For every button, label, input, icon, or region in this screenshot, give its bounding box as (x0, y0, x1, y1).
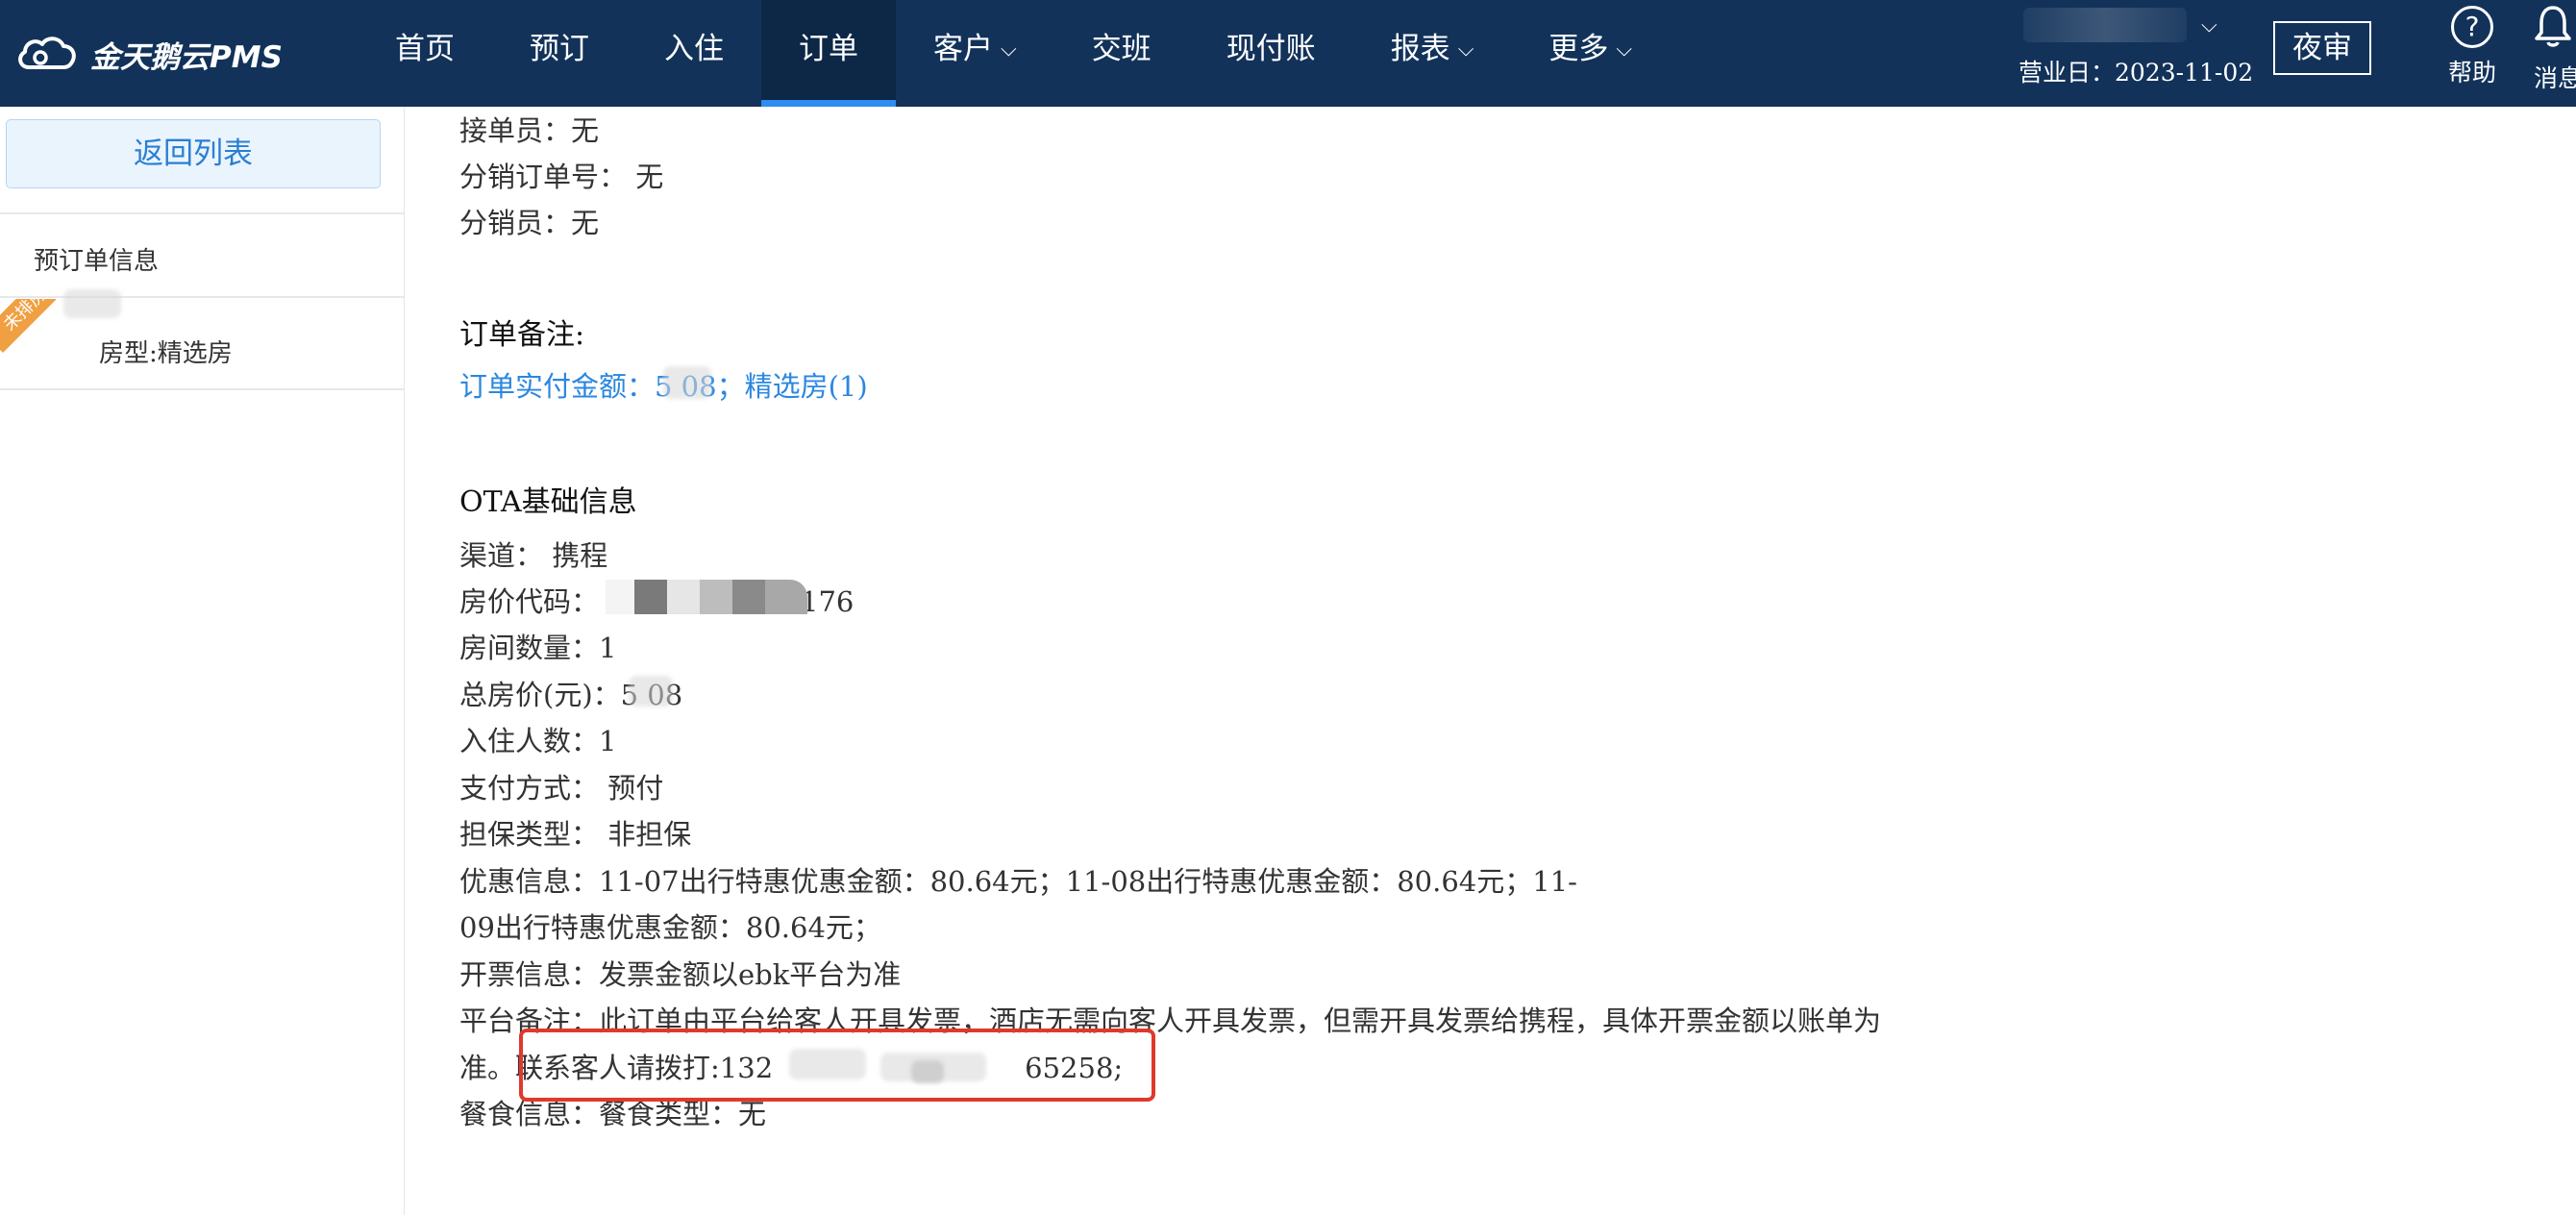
nav-item-label: 交班 (1091, 32, 1152, 66)
nav-item-label: 更多 (1548, 32, 1609, 66)
top-navigation-bar: 金天鹅云PMS 首页 预订 入住 订单 客户 ⌵ 交班 现付账 报表 ⌵ 更多 ⌵ ⌵ 营业日：202… (0, 0, 2576, 107)
nav-item[interactable]: 订单 (761, 0, 896, 107)
nav-item-label: 预订 (530, 32, 589, 66)
nav-item-label: 入住 (664, 32, 724, 66)
bell-icon (2535, 6, 2571, 47)
redacted-text (63, 289, 121, 318)
nav-item-label: 订单 (799, 32, 858, 66)
nav-item-label: 客户 (933, 32, 993, 66)
night-audit-button[interactable]: 夜审 (2273, 21, 2371, 75)
help-label: 帮助 (2447, 59, 2496, 87)
ribbon-label: 未排房 (0, 299, 56, 353)
divider (0, 388, 404, 390)
nav-item[interactable]: 更多 ⌵ (1511, 0, 1670, 107)
order-remark-title: 订单备注: (459, 318, 585, 352)
rate-code-label: 房价代码： (459, 585, 600, 618)
nav-item[interactable]: 入住 (627, 0, 761, 107)
guest-count: 入住人数：1 (459, 725, 617, 757)
sidebar-item-reservation-info[interactable]: 预订单信息 (34, 241, 159, 277)
payment-method: 支付方式： 预付 (459, 772, 664, 805)
logo-text: 金天鹅云PMS (90, 39, 283, 75)
order-taker: 接单员：无 (459, 114, 600, 147)
redacted-amount (663, 366, 711, 399)
help-button[interactable]: ? 帮助 (2441, 6, 2503, 88)
nav-item[interactable]: 报表 ⌵ (1353, 0, 1512, 107)
nav-item-label: 现付账 (1226, 32, 1316, 66)
redacted-price (629, 676, 673, 707)
nav-item-label: 报表 (1390, 32, 1450, 66)
redacted-rate-code (606, 580, 807, 614)
question-circle-icon: ? (2451, 6, 2493, 48)
sidebar-item-room-type[interactable]: 房型:精选房 (99, 334, 233, 369)
messages-button[interactable]: 消息 (2534, 4, 2576, 94)
divider (0, 212, 404, 214)
room-count: 房间数量：1 (459, 632, 617, 664)
main-nav: 首页 预订 入住 订单 客户 ⌵ 交班 现付账 报表 ⌵ 更多 ⌵ (358, 0, 1670, 107)
rate-code-suffix: 176 (801, 585, 855, 618)
ota-info-title: OTA基础信息 (459, 485, 637, 519)
contact-highlight-box (519, 1029, 1155, 1102)
order-sidebar: 返回列表 预订单信息 未排房 房型:精选房 (0, 107, 405, 1215)
chevron-down-icon[interactable]: ⌵ (2201, 13, 2217, 37)
platform-remark-end: 准。 (459, 1052, 516, 1084)
divider (0, 296, 404, 298)
nav-item[interactable]: 现付账 (1189, 0, 1353, 107)
back-to-list-button[interactable]: 返回列表 (6, 119, 381, 188)
guarantee-type: 担保类型： 非担保 (459, 818, 692, 851)
ota-channel: 渠道： 携程 (459, 539, 608, 572)
invoice-info: 开票信息：发票金额以ebk平台为准 (459, 958, 902, 991)
chevron-down-icon: ⌵ (1457, 37, 1474, 62)
discount-info-line1: 优惠信息：11-07出行特惠优惠金额：80.64元；11-08出行特惠优惠金额：… (459, 865, 1577, 898)
nav-item[interactable]: 首页 (358, 0, 492, 107)
discount-info-line2: 09出行特惠优惠金额：80.64元； (459, 911, 881, 944)
nav-item[interactable]: 客户 ⌵ (896, 0, 1054, 107)
unassigned-room-ribbon: 未排房 (0, 299, 56, 366)
nav-item-label: 首页 (395, 32, 455, 66)
messages-label: 消息 (2534, 64, 2576, 92)
chevron-down-icon: ⌵ (1001, 37, 1017, 62)
nav-item[interactable]: 交班 (1054, 0, 1189, 107)
business-date: 营业日：2023-11-02 (2019, 59, 2254, 87)
distributor: 分销员：无 (459, 207, 600, 239)
distribution-order-no: 分销订单号： 无 (459, 161, 664, 193)
user-name-redacted[interactable] (2023, 8, 2187, 42)
app-logo[interactable]: 金天鹅云PMS (15, 27, 283, 81)
chevron-down-icon: ⌵ (1616, 37, 1633, 62)
cloud-logo-icon (18, 37, 76, 69)
nav-item[interactable]: 预订 (492, 0, 627, 107)
